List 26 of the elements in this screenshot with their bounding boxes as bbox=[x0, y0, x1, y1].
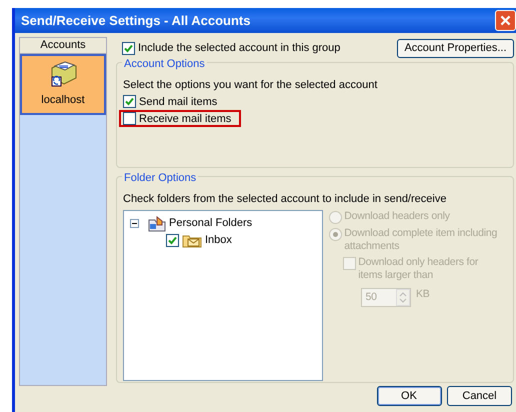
folder-icon bbox=[148, 216, 166, 232]
checkbox[interactable] bbox=[123, 95, 136, 108]
dialog-button[interactable]: OK bbox=[376, 386, 442, 406]
close-icon[interactable] bbox=[495, 10, 516, 31]
account-item[interactable]: localhost bbox=[20, 54, 106, 115]
account-properties-button[interactable]: Account Properties... bbox=[397, 38, 514, 58]
radio-label: Download complete item including attachments bbox=[344, 227, 498, 254]
checkbox[interactable] bbox=[166, 234, 179, 247]
envelope-folder-icon bbox=[182, 234, 202, 248]
folder-name[interactable]: Personal Folders bbox=[169, 215, 252, 232]
instruction-text: Select the options you want for the selected account bbox=[123, 78, 378, 93]
unit-label: KB bbox=[416, 288, 430, 301]
checkbox[interactable] bbox=[122, 42, 135, 54]
folder-name[interactable]: Inbox bbox=[205, 232, 232, 249]
collapse-icon[interactable] bbox=[130, 219, 139, 228]
checkbox-label: Download only headers for items larger than bbox=[358, 256, 480, 282]
checkbox-label: Receive mail items bbox=[139, 112, 232, 126]
account-name: localhost bbox=[41, 93, 85, 108]
checkbox-label: Send mail items bbox=[139, 94, 218, 110]
window-title: Send/Receive Settings - All Accounts bbox=[21, 12, 252, 30]
dialog-button[interactable]: Cancel bbox=[447, 386, 512, 406]
instruction-text: Check folders from the selected account to include in send/receive bbox=[123, 192, 448, 207]
checkbox[interactable] bbox=[123, 112, 136, 126]
accounts-header: Accounts bbox=[20, 38, 106, 54]
checkbox-label: Include the selected account in this group bbox=[138, 40, 340, 56]
radio-label: Download headers only bbox=[344, 210, 450, 224]
